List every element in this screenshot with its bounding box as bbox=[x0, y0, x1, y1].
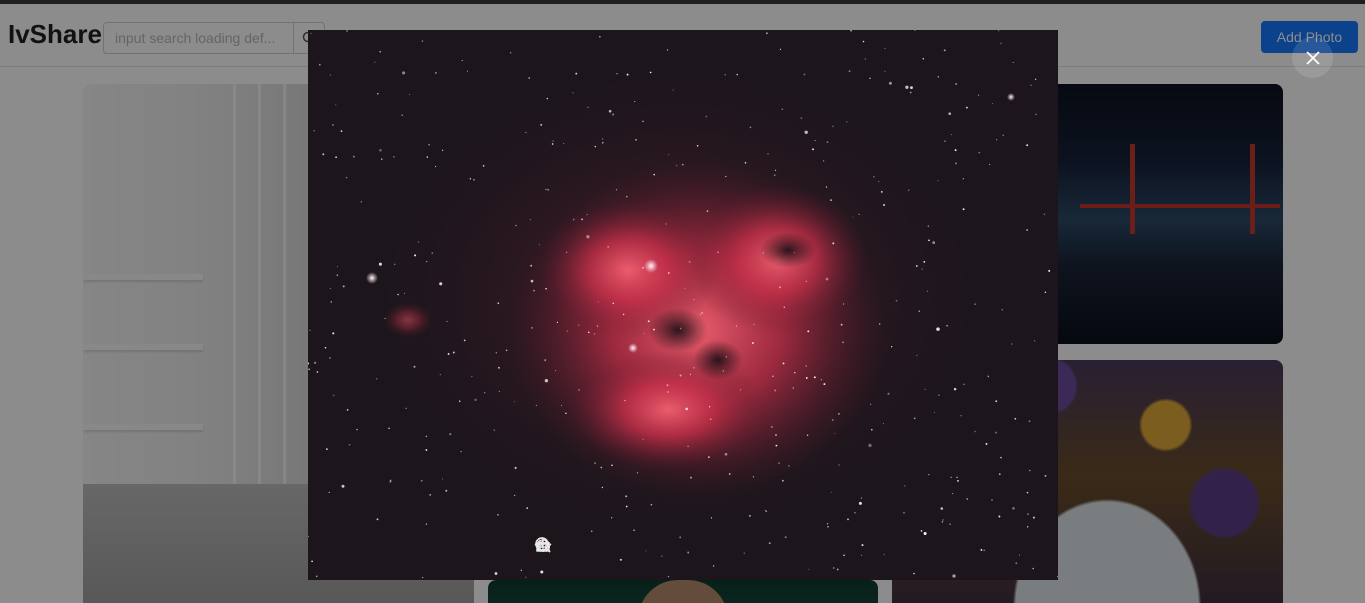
zoom-out-button[interactable] bbox=[535, 536, 776, 562]
close-icon bbox=[1305, 50, 1320, 65]
zoom-in-button[interactable] bbox=[535, 536, 830, 562]
flip-horizontal-button[interactable] bbox=[535, 536, 614, 562]
rotate-right-button[interactable] bbox=[534, 536, 722, 562]
nebula-image bbox=[308, 30, 1058, 580]
image-viewer bbox=[308, 30, 1058, 580]
rotate-left-button[interactable] bbox=[536, 536, 668, 562]
viewer-toolbar bbox=[534, 536, 830, 562]
close-viewer-button[interactable] bbox=[1292, 37, 1333, 78]
zoom-in-icon bbox=[535, 537, 551, 553]
